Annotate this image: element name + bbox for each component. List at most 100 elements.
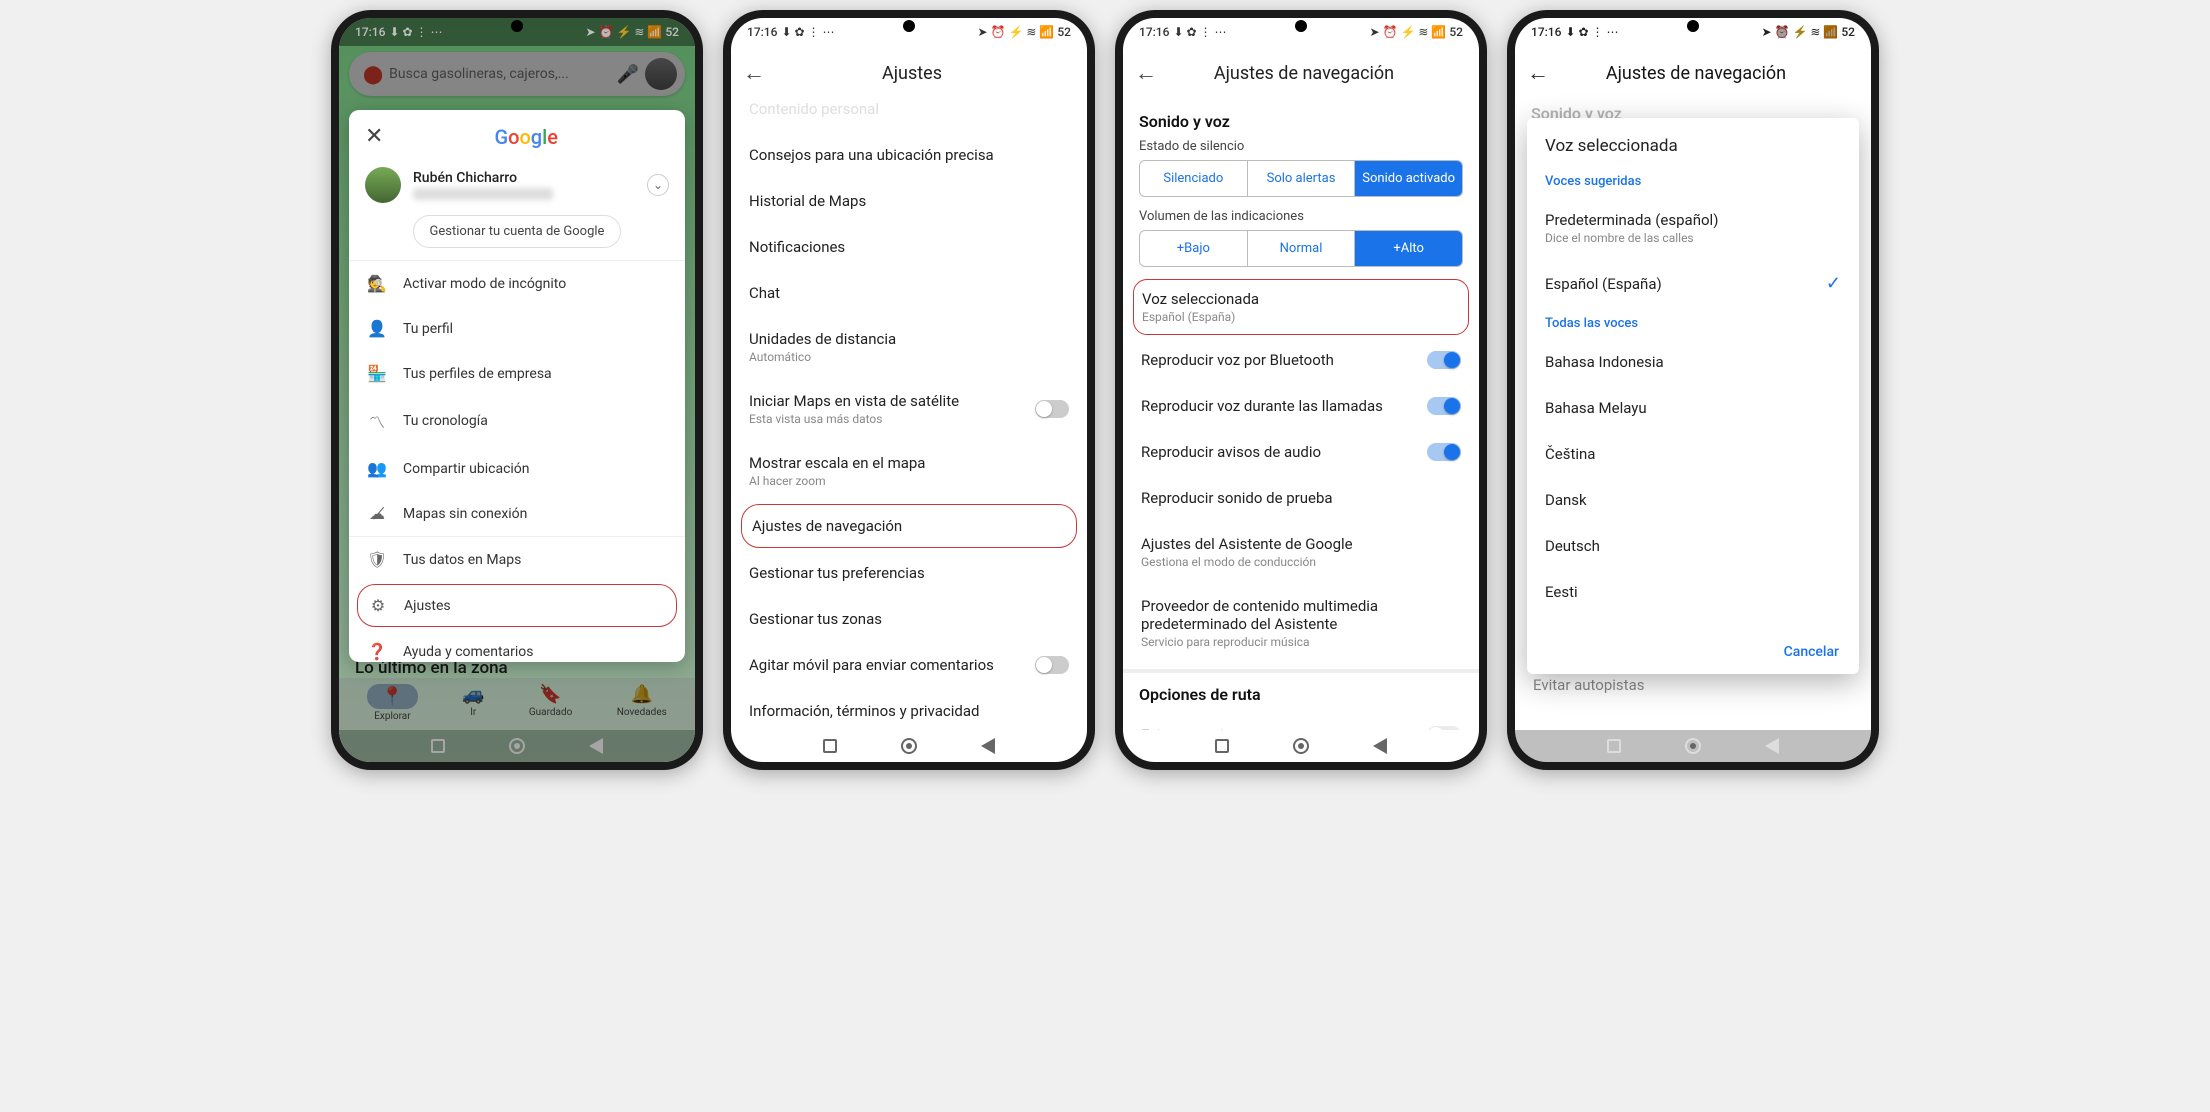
seg-alerts-only[interactable]: Solo alertas xyxy=(1248,161,1356,196)
home-button[interactable] xyxy=(1293,738,1309,754)
settings-list[interactable]: Contenido personal Consejos para una ubi… xyxy=(731,100,1087,730)
menu-profile[interactable]: 👤Tu perfil xyxy=(349,306,685,351)
phone-2: 17:16⬇ ✿ ⋮ ⋯ ➤ ⏰ ⚡ ≋ 📶 52 ← Ajustes Cont… xyxy=(723,10,1095,770)
segmented-volume: +Bajo Normal +Alto xyxy=(1139,230,1463,267)
row-shake-feedback[interactable]: Agitar móvil para enviar comentarios xyxy=(731,642,1087,688)
row-maps-history[interactable]: Historial de Maps xyxy=(731,178,1087,224)
row-personal-content[interactable]: Contenido personal xyxy=(731,100,1087,132)
section-suggested-voices: Voces sugeridas xyxy=(1527,166,1859,197)
recents-button[interactable] xyxy=(1607,739,1621,753)
cancel-button[interactable]: Cancelar xyxy=(1527,630,1859,674)
account-name: Rubén Chicharro xyxy=(413,170,647,186)
close-icon[interactable]: ✕ xyxy=(365,124,383,149)
menu-share-location[interactable]: 👥Compartir ubicación xyxy=(349,446,685,491)
row-navigation-settings[interactable]: Ajustes de navegación xyxy=(742,505,1076,547)
back-button[interactable] xyxy=(981,738,995,754)
chevron-down-icon[interactable]: ⌄ xyxy=(647,174,669,196)
seg-sound-on[interactable]: Sonido activado xyxy=(1355,161,1462,196)
row-manage-zones[interactable]: Gestionar tus zonas xyxy=(731,596,1087,642)
account-email-blurred xyxy=(413,188,553,200)
home-button[interactable] xyxy=(1685,738,1701,754)
voice-option-da[interactable]: Dansk xyxy=(1527,477,1859,523)
gear-icon: ⚙ xyxy=(368,596,388,615)
row-bluetooth-voice[interactable]: Reproducir voz por Bluetooth xyxy=(1123,337,1479,383)
recents-button[interactable] xyxy=(823,739,837,753)
phone-1: 17:16⬇ ✿ ⋮ ⋯ ➤ ⏰ ⚡ ≋ 📶 52 ⬤ Busca gasoli… xyxy=(331,10,703,770)
cloud-off-icon: ☁̸ xyxy=(367,504,387,523)
account-row[interactable]: Rubén Chicharro ⌄ xyxy=(349,163,685,215)
row-info-terms[interactable]: Información, términos y privacidad xyxy=(731,688,1087,730)
shield-icon: 🛡 xyxy=(367,550,387,569)
row-voice-during-calls[interactable]: Reproducir voz durante las llamadas xyxy=(1123,383,1479,429)
toggle-on[interactable] xyxy=(1427,397,1461,415)
seg-vol-low[interactable]: +Bajo xyxy=(1140,231,1248,266)
system-nav xyxy=(731,730,1087,762)
check-icon: ✓ xyxy=(1826,273,1841,294)
segmented-mute: Silenciado Solo alertas Sonido activado xyxy=(1139,160,1463,197)
section-route-options: Opciones de ruta xyxy=(1123,673,1479,712)
voice-option-es-es[interactable]: Español (España) ✓ xyxy=(1527,259,1859,308)
menu-incognito[interactable]: 🕵Activar modo de incógnito xyxy=(349,261,685,306)
incognito-icon: 🕵 xyxy=(367,274,387,293)
menu-offline-maps[interactable]: ☁̸Mapas sin conexión xyxy=(349,491,685,536)
share-location-icon: 👥 xyxy=(367,459,387,478)
recents-button[interactable] xyxy=(1215,739,1229,753)
menu-your-data[interactable]: 🛡Tus datos en Maps xyxy=(349,537,685,582)
voice-option-ms[interactable]: Bahasa Melayu xyxy=(1527,385,1859,431)
person-icon: 👤 xyxy=(367,319,387,338)
back-arrow-icon[interactable]: ← xyxy=(1135,60,1157,86)
page-title: Ajustes de navegación xyxy=(1169,63,1439,84)
seg-vol-high[interactable]: +Alto xyxy=(1355,231,1462,266)
toggle-on[interactable] xyxy=(1427,443,1461,461)
row-assistant-settings[interactable]: Ajustes del Asistente de GoogleGestiona … xyxy=(1123,521,1479,583)
menu-help[interactable]: ❓Ayuda y comentarios xyxy=(349,629,685,662)
row-distance-units[interactable]: Unidades de distanciaAutomático xyxy=(731,316,1087,378)
avatar xyxy=(365,167,401,203)
row-location-tips[interactable]: Consejos para una ubicación precisa xyxy=(731,132,1087,178)
voice-selection-dialog: Voz seleccionada Voces sugeridas Predete… xyxy=(1527,118,1859,674)
row-play-test-sound[interactable]: Reproducir sonido de prueba xyxy=(1123,475,1479,521)
voice-option-cs[interactable]: Čeština xyxy=(1527,431,1859,477)
manage-account-button[interactable]: Gestionar tu cuenta de Google xyxy=(413,215,622,248)
menu-timeline[interactable]: 〽Tu cronología xyxy=(349,396,685,446)
back-button[interactable] xyxy=(1373,738,1387,754)
voice-option-et[interactable]: Eesti xyxy=(1527,569,1859,615)
row-audio-alerts[interactable]: Reproducir avisos de audio xyxy=(1123,429,1479,475)
menu-business[interactable]: 🏪Tus perfiles de empresa xyxy=(349,351,685,396)
toggle-off[interactable] xyxy=(1427,726,1461,730)
menu-settings[interactable]: ⚙Ajustes xyxy=(357,584,677,627)
label-guidance-volume: Volumen de las indicaciones xyxy=(1123,209,1479,230)
row-media-provider[interactable]: Proveedor de contenido multimedia predet… xyxy=(1123,583,1479,663)
help-icon: ❓ xyxy=(367,642,387,661)
row-avoid-highways[interactable]: Evitar autopistas xyxy=(1123,712,1479,730)
row-manage-preferences[interactable]: Gestionar tus preferencias xyxy=(731,550,1087,596)
back-arrow-icon[interactable]: ← xyxy=(743,60,765,86)
row-notifications[interactable]: Notificaciones xyxy=(731,224,1087,270)
back-button[interactable] xyxy=(1765,738,1779,754)
row-chat[interactable]: Chat xyxy=(731,270,1087,316)
section-sound-voice: Sonido y voz xyxy=(1123,100,1479,139)
voice-option-de[interactable]: Deutsch xyxy=(1527,523,1859,569)
seg-vol-normal[interactable]: Normal xyxy=(1248,231,1356,266)
voice-option-default[interactable]: Predeterminada (español)Dice el nombre d… xyxy=(1527,197,1859,259)
toggle-off[interactable] xyxy=(1035,656,1069,674)
row-show-scale[interactable]: Mostrar escala en el mapaAl hacer zoom xyxy=(731,440,1087,502)
account-sheet: ✕ Google Rubén Chicharro ⌄ Gestionar tu … xyxy=(349,110,685,662)
google-logo: Google xyxy=(383,125,669,149)
page-title: Ajustes de navegación xyxy=(1561,63,1831,84)
storefront-icon: 🏪 xyxy=(367,364,387,383)
seg-muted[interactable]: Silenciado xyxy=(1140,161,1248,196)
row-voice-selection[interactable]: Voz seleccionada Español (España) xyxy=(1134,280,1468,334)
voice-option-id[interactable]: Bahasa Indonesia xyxy=(1527,339,1859,385)
voice-option-en-au[interactable]: English (Australia) xyxy=(1527,615,1859,630)
label-mute-state: Estado de silencio xyxy=(1123,139,1479,160)
phone-4: 17:16⬇ ✿ ⋮ ⋯ ➤ ⏰ ⚡ ≋ 📶 52 ← Ajustes de n… xyxy=(1507,10,1879,770)
row-satellite-start[interactable]: Iniciar Maps en vista de satéliteEsta vi… xyxy=(731,378,1087,440)
home-button[interactable] xyxy=(901,738,917,754)
highlight-voice-selection: Voz seleccionada Español (España) xyxy=(1133,279,1469,335)
camera-hole xyxy=(1295,20,1307,32)
nav-settings-list[interactable]: Sonido y voz Estado de silencio Silencia… xyxy=(1123,100,1479,730)
toggle-on[interactable] xyxy=(1427,351,1461,369)
app-bar: ← Ajustes de navegación xyxy=(1515,46,1871,100)
toggle-off[interactable] xyxy=(1035,400,1069,418)
